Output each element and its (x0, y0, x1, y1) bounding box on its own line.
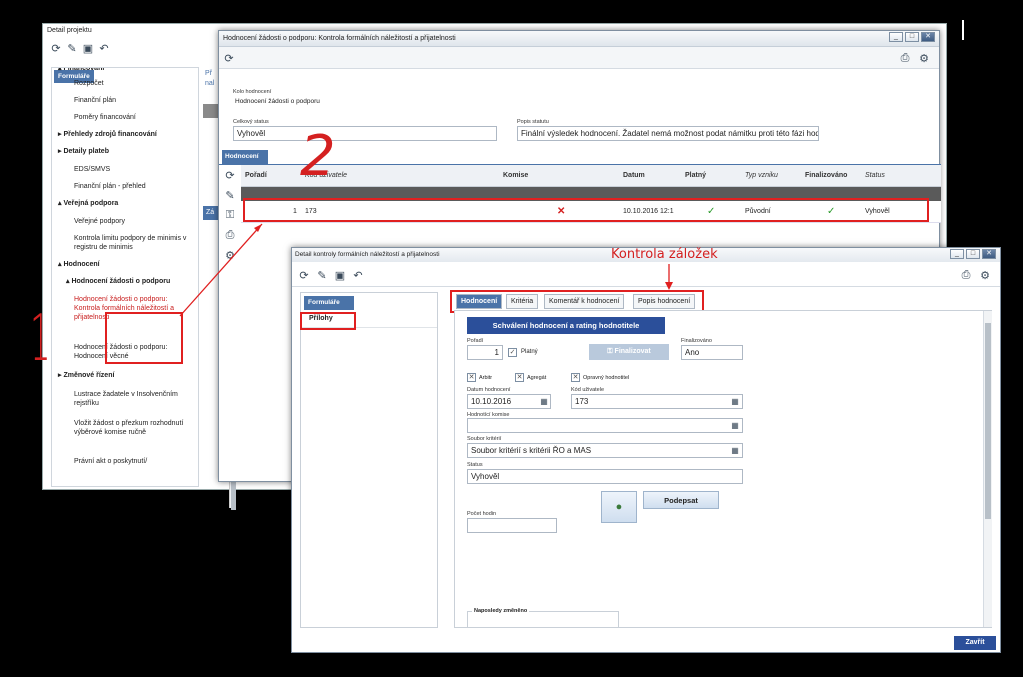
annotation-arrowhead-2 (665, 282, 673, 290)
annotation-arrows (179, 223, 673, 317)
annotation-arrow-1 (179, 223, 263, 317)
